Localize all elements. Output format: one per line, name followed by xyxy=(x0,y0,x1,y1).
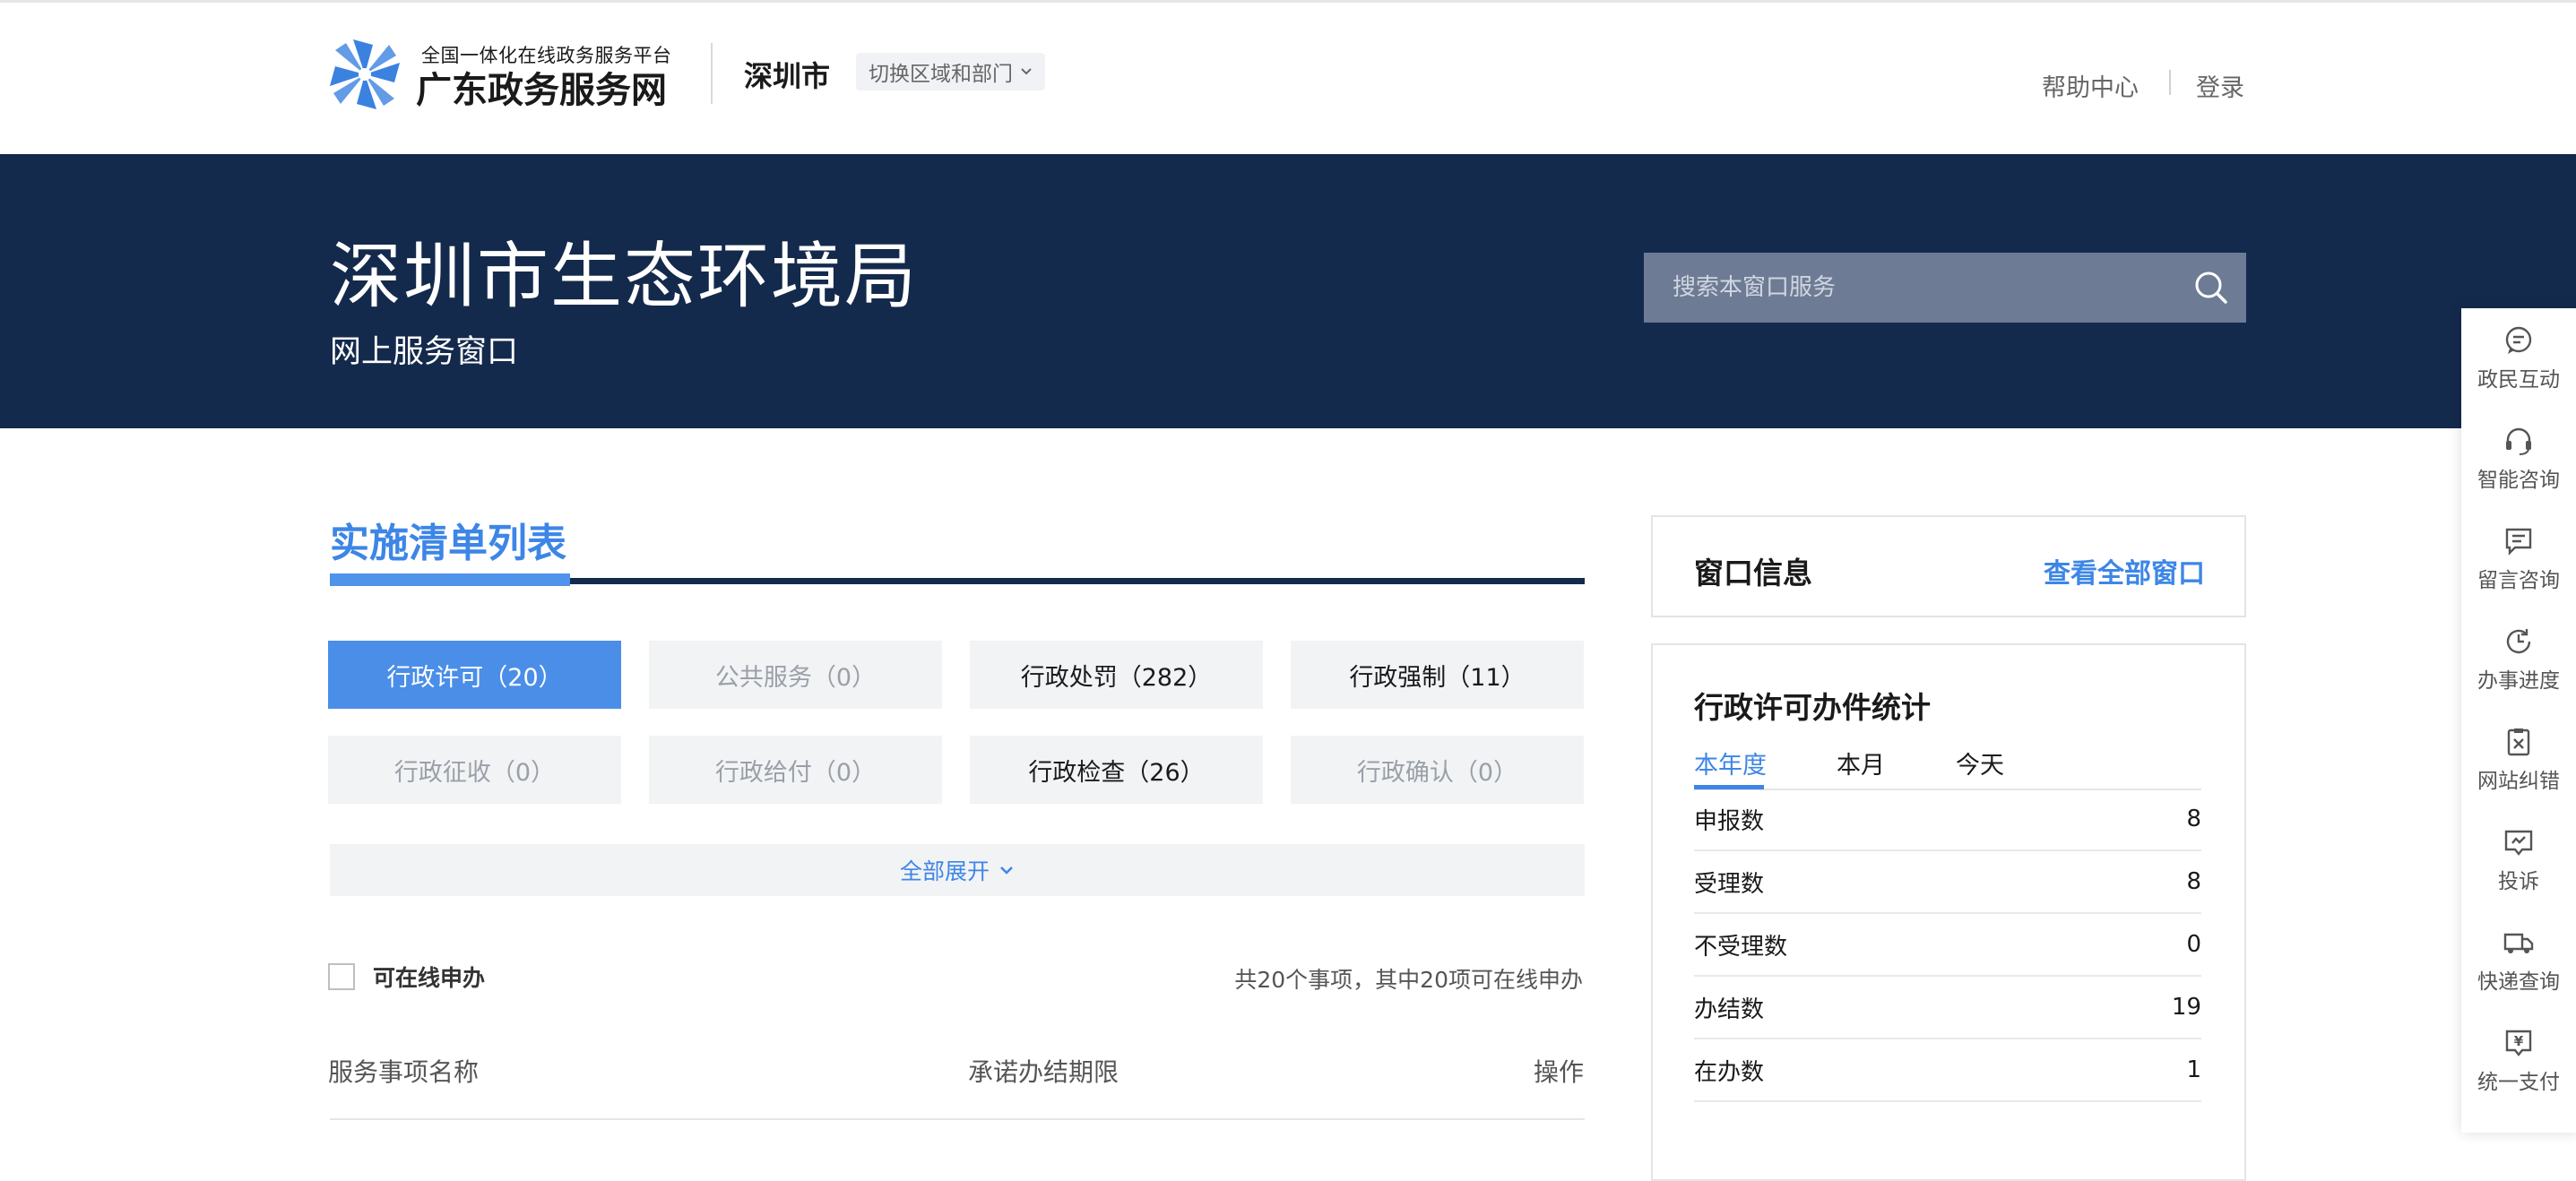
stats-title: 行政许可办件统计 xyxy=(1694,690,1931,725)
sidebar-item-progress[interactable]: 办事进度 xyxy=(2461,609,2576,710)
region-switch-label: 切换区域和部门 xyxy=(869,63,1013,86)
sidebar-item-payment[interactable]: ¥ 统一支付 xyxy=(2461,1011,2576,1111)
sidebar-item-label: 智能咨询 xyxy=(2477,469,2560,492)
stat-row: 不受理数 0 xyxy=(1694,914,2201,977)
stat-row: 在办数 1 xyxy=(1694,1039,2201,1102)
column-header-service-name: 服务事项名称 xyxy=(328,1057,480,1087)
expand-all-label: 全部展开 xyxy=(899,858,990,884)
expand-all-button[interactable]: 全部展开 xyxy=(330,844,1585,896)
category-administrative-enforcement[interactable]: 行政强制（11） xyxy=(1291,641,1584,709)
chevron-down-icon xyxy=(1000,866,1013,875)
logo-title[interactable]: 广东政务服务网 xyxy=(416,61,667,113)
online-filter: 可在线申办 xyxy=(328,961,485,993)
sidebar-item-label: 快递查询 xyxy=(2477,970,2560,994)
view-all-windows-link[interactable]: 查看全部窗口 xyxy=(2044,551,2205,590)
stat-row: 办结数 19 xyxy=(1694,977,2201,1039)
category-administrative-payment[interactable]: 行政给付（0） xyxy=(649,736,942,804)
stat-value: 0 xyxy=(2186,931,2201,958)
column-header-actions: 操作 xyxy=(1533,1057,1584,1087)
headset-icon xyxy=(2506,427,2531,455)
column-header-deadline: 承诺办结期限 xyxy=(968,1057,1119,1087)
window-info-title: 窗口信息 xyxy=(1694,556,1812,590)
search-icon[interactable] xyxy=(2176,253,2246,323)
complaint-icon xyxy=(2504,830,2533,856)
chevron-down-icon xyxy=(1021,68,1032,75)
category-administrative-confirmation[interactable]: 行政确认（0） xyxy=(1291,736,1584,804)
truck-icon xyxy=(2503,933,2534,953)
region-switch-dropdown[interactable]: 切换区域和部门 xyxy=(856,53,1045,91)
online-checkbox[interactable] xyxy=(328,963,355,990)
top-border xyxy=(0,0,2576,3)
stat-value: 8 xyxy=(2186,806,2201,832)
page-title: 深圳市生态环境局 xyxy=(330,235,918,318)
table-header-divider xyxy=(330,1118,1585,1120)
chat-icon xyxy=(2505,326,2532,354)
help-center-link[interactable]: 帮助中心 xyxy=(2042,68,2139,103)
sidebar-item-express[interactable]: 快递查询 xyxy=(2461,910,2576,1011)
sidebar-item-smart-consult[interactable]: 智能咨询 xyxy=(2461,409,2576,509)
stat-value: 8 xyxy=(2186,868,2201,895)
stat-label: 申报数 xyxy=(1694,807,1765,835)
sidebar-item-label: 网站纠错 xyxy=(2477,770,2560,793)
header-divider xyxy=(711,43,713,104)
stat-label: 办结数 xyxy=(1694,996,1765,1023)
tab-this-year[interactable]: 本年度 xyxy=(1694,746,1767,780)
nav-separator xyxy=(2169,70,2171,95)
sidebar-item-label: 办事进度 xyxy=(2477,669,2560,693)
item-count-summary: 共20个事项，其中20项可在线申办 xyxy=(1234,967,1583,993)
search-input[interactable] xyxy=(1671,273,2176,302)
category-administrative-penalty[interactable]: 行政处罚（282） xyxy=(970,641,1263,709)
sidebar-item-error-report[interactable]: 网站纠错 xyxy=(2461,710,2576,810)
sidebar-item-label: 投诉 xyxy=(2498,870,2539,893)
category-public-service[interactable]: 公共服务（0） xyxy=(649,641,942,709)
category-administrative-levy[interactable]: 行政征收（0） xyxy=(328,736,621,804)
tab-today[interactable]: 今天 xyxy=(1956,746,2004,780)
category-administrative-inspection[interactable]: 行政检查（26） xyxy=(970,736,1263,804)
list-title[interactable]: 实施清单列表 xyxy=(330,511,566,568)
site-logo-icon[interactable] xyxy=(326,36,403,113)
stat-value: 1 xyxy=(2186,1056,2201,1083)
page-subtitle: 网上服务窗口 xyxy=(330,334,519,370)
stat-row: 申报数 8 xyxy=(1694,789,2201,851)
stat-row: 受理数 8 xyxy=(1694,851,2201,914)
online-checkbox-label[interactable]: 可在线申办 xyxy=(373,961,485,993)
category-administrative-permit[interactable]: 行政许可（20） xyxy=(328,641,621,709)
sidebar-item-message[interactable]: 留言咨询 xyxy=(2461,509,2576,609)
stat-value: 19 xyxy=(2171,994,2201,1021)
clock-icon xyxy=(2506,629,2531,654)
floating-service-sidebar: 政民互动 智能咨询 留言咨询 办事进度 网站纠错 投诉 快递查询 ¥ 统一支付 xyxy=(2461,308,2576,1133)
message-icon xyxy=(2505,528,2532,556)
payment-icon: ¥ xyxy=(2505,1030,2532,1056)
current-city: 深圳市 xyxy=(744,59,831,93)
login-link[interactable]: 登录 xyxy=(2196,68,2244,103)
sidebar-item-label: 留言咨询 xyxy=(2477,569,2560,592)
stat-label: 受理数 xyxy=(1694,870,1765,898)
stat-label: 不受理数 xyxy=(1694,933,1788,961)
sidebar-item-label: 政民互动 xyxy=(2477,368,2560,392)
sidebar-item-complaint[interactable]: 投诉 xyxy=(2461,810,2576,910)
error-report-icon xyxy=(2507,728,2530,756)
svg-text:¥: ¥ xyxy=(2514,1033,2524,1049)
tab-this-month[interactable]: 本月 xyxy=(1837,746,1885,780)
search-box xyxy=(1644,253,2246,323)
sidebar-item-label: 统一支付 xyxy=(2477,1071,2560,1094)
sidebar-item-interaction[interactable]: 政民互动 xyxy=(2461,308,2576,409)
section-underline-active xyxy=(330,573,570,586)
stat-label: 在办数 xyxy=(1694,1058,1765,1086)
